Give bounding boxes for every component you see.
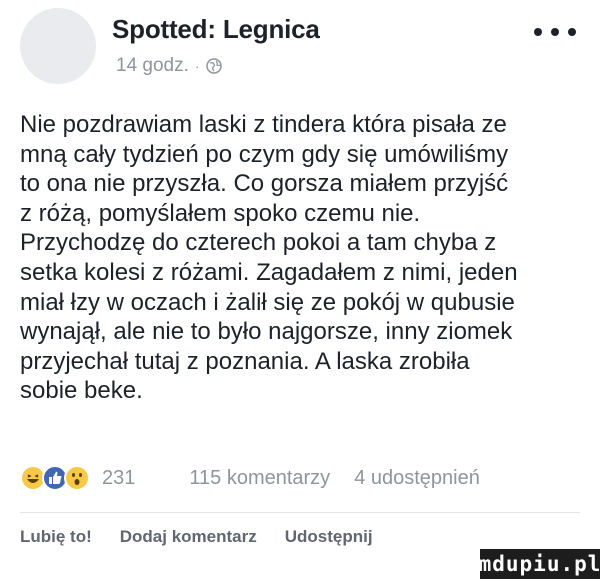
- shares-count[interactable]: 4 udostępnień: [354, 467, 480, 490]
- page-name[interactable]: Spotted: Legnica: [112, 14, 320, 45]
- like-button[interactable]: Lubię to!: [20, 527, 92, 547]
- post-text: Nie pozdrawiam laski z tindera która pis…: [20, 111, 518, 405]
- divider: [20, 512, 580, 513]
- action-bar: Lubię to! Dodaj komentarz Udostępnij: [20, 527, 373, 547]
- more-options-icon[interactable]: [534, 22, 576, 42]
- post-stats: 231 115 komentarzy 4 udostępnień: [20, 462, 586, 494]
- globe-icon: [205, 58, 222, 74]
- avatar[interactable]: [20, 8, 96, 84]
- share-button[interactable]: Udostępnij: [285, 527, 373, 547]
- comments-count[interactable]: 115 komentarzy: [189, 467, 330, 490]
- watermark: mdupiu.pl: [479, 549, 600, 579]
- meta-separator: ·: [194, 58, 200, 74]
- post-time[interactable]: 14 godz.: [116, 55, 189, 77]
- post-meta: 14 godz. ·: [116, 55, 222, 77]
- comment-button[interactable]: Dodaj komentarz: [120, 527, 257, 547]
- wow-reaction-icon: [64, 465, 90, 491]
- facebook-post: Spotted: Legnica 14 godz. · Nie pozdrawi…: [0, 0, 600, 579]
- reactions[interactable]: 231: [20, 465, 135, 491]
- reaction-count: 231: [102, 466, 136, 489]
